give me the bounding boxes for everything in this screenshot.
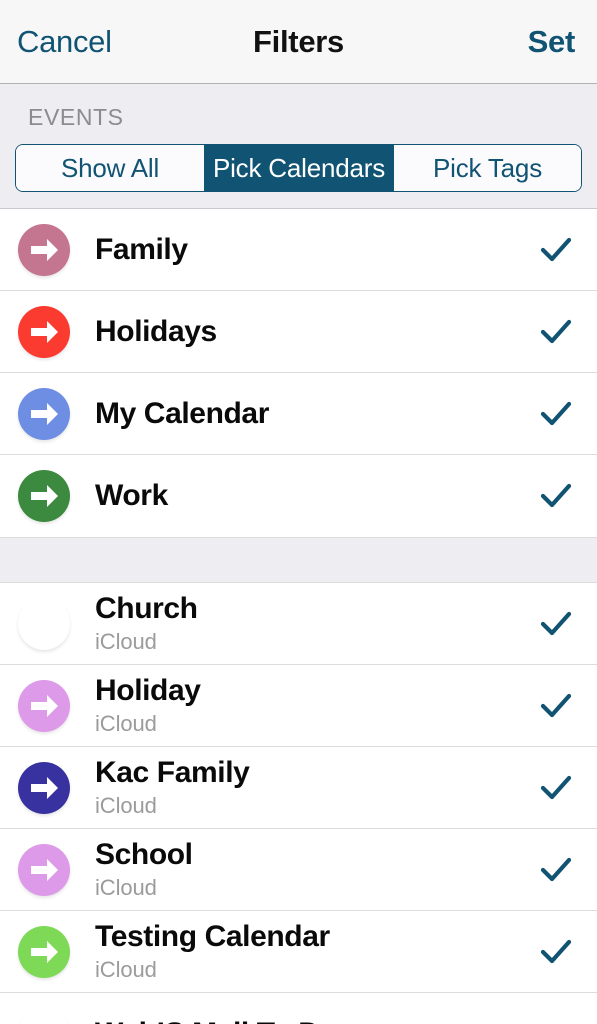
arrow-right-icon: [18, 1008, 70, 1024]
row-text: Work: [95, 479, 527, 513]
segment-show-all[interactable]: Show All: [16, 145, 204, 191]
arrow-right-icon: [18, 223, 70, 276]
list-section-gap: [0, 537, 597, 583]
calendar-name: Testing Calendar: [95, 919, 330, 953]
arrow-right-icon: [18, 387, 70, 440]
table-row[interactable]: My Calendar: [0, 373, 597, 455]
table-row[interactable]: Holidays: [0, 291, 597, 373]
checkmark-icon[interactable]: [539, 853, 573, 887]
arrow-right-icon: [18, 761, 70, 814]
calendar-account: iCloud: [95, 711, 157, 737]
table-row[interactable]: Family: [0, 209, 597, 291]
row-text: Holidays: [95, 315, 527, 349]
calendar-list: Family Holidays My Calendar Work Church iClou…: [0, 209, 597, 1024]
events-segmented-control[interactable]: Show All Pick Calendars Pick Tags: [15, 144, 582, 192]
calendar-name: Family: [95, 232, 188, 266]
table-row[interactable]: Holiday iCloud: [0, 665, 597, 747]
segment-pick-calendars[interactable]: Pick Calendars: [204, 145, 394, 191]
row-text: Kac Family iCloud: [95, 756, 527, 820]
cancel-button[interactable]: Cancel: [17, 24, 112, 60]
calendar-name: Work: [95, 479, 168, 513]
checkmark-icon[interactable]: [539, 689, 573, 723]
events-filter-header: EVENTS Show All Pick Calendars Pick Tags: [0, 84, 597, 209]
arrow-right-icon: [18, 679, 70, 732]
page-title: Filters: [253, 23, 344, 59]
calendar-name: Church: [95, 591, 198, 625]
navigation-bar: Cancel Filters Set: [0, 0, 597, 84]
arrow-right-icon: [18, 843, 70, 896]
checkmark-icon[interactable]: [539, 233, 573, 267]
arrow-right-icon: [18, 598, 70, 650]
table-row[interactable]: School iCloud: [0, 829, 597, 911]
row-text: Testing Calendar iCloud: [95, 920, 527, 984]
table-row[interactable]: Church iCloud: [0, 583, 597, 665]
arrow-right-icon: [18, 925, 70, 978]
row-text: School iCloud: [95, 838, 527, 902]
arrow-right-icon: [18, 305, 70, 358]
table-row[interactable]: Work: [0, 455, 597, 537]
set-button[interactable]: Set: [528, 24, 576, 60]
table-row[interactable]: Kac Family iCloud: [0, 747, 597, 829]
table-row[interactable]: WebIS Mail To Do: [0, 993, 597, 1024]
calendar-account: iCloud: [95, 875, 157, 901]
events-section-caption: EVENTS: [28, 104, 124, 130]
checkmark-icon[interactable]: [539, 607, 573, 641]
calendar-name: Holiday: [95, 673, 201, 707]
calendar-account: iCloud: [95, 793, 157, 819]
filters-screen: Cancel Filters Set EVENTS Show All Pick …: [0, 0, 597, 1024]
list-section-icloud-calendars: Church iCloud Holiday iCloud Kac Family iClou…: [0, 583, 597, 1024]
list-section-local-calendars: Family Holidays My Calendar Work: [0, 209, 597, 537]
row-text: Church iCloud: [95, 592, 527, 656]
calendar-account: iCloud: [95, 629, 157, 655]
checkmark-icon[interactable]: [539, 397, 573, 431]
calendar-name: Kac Family: [95, 755, 250, 789]
checkmark-icon[interactable]: [539, 771, 573, 805]
calendar-name: My Calendar: [95, 396, 269, 430]
checkmark-icon[interactable]: [539, 479, 573, 513]
row-text: WebIS Mail To Do: [95, 1017, 527, 1024]
segment-pick-tags[interactable]: Pick Tags: [394, 145, 581, 191]
row-text: My Calendar: [95, 397, 527, 431]
table-row[interactable]: Testing Calendar iCloud: [0, 911, 597, 993]
checkmark-icon[interactable]: [539, 315, 573, 349]
calendar-account: iCloud: [95, 957, 157, 983]
row-text: Holiday iCloud: [95, 674, 527, 738]
checkmark-icon[interactable]: [539, 935, 573, 969]
arrow-right-icon: [18, 470, 70, 522]
calendar-name: Holidays: [95, 314, 217, 348]
row-text: Family: [95, 233, 527, 267]
calendar-name: School: [95, 837, 193, 871]
calendar-name: WebIS Mail To Do: [95, 1017, 527, 1024]
